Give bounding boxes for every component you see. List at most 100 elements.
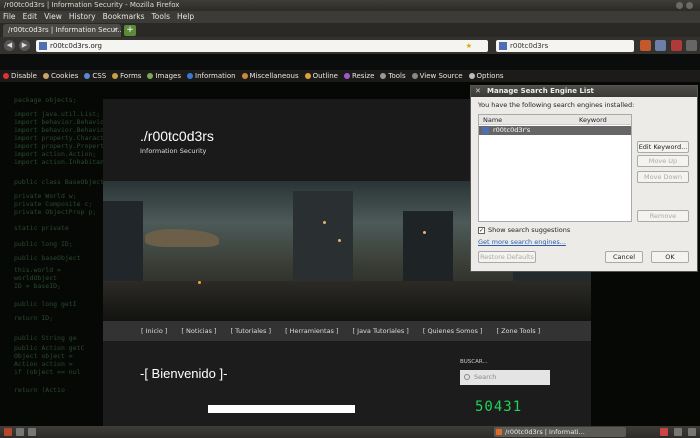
code-line: ID = baseID; — [14, 282, 61, 290]
menu-help[interactable]: Help — [177, 11, 194, 23]
checkbox-checked-icon[interactable]: ✓ — [478, 226, 485, 234]
site-nav: [ Inicio ] [ Noticias ] [ Tutoriales ] [… — [103, 321, 591, 341]
site-nav-herramientas[interactable]: [ Herramientas ] — [285, 321, 338, 341]
dialog-close-icon[interactable]: ✕ — [475, 86, 481, 97]
edit-keyword-button[interactable]: Edit Keyword... — [637, 141, 689, 153]
site-favicon-icon — [39, 42, 47, 50]
list-item[interactable]: r00tc0d3r's — [479, 126, 631, 135]
show-suggestions-label: Show search suggestions — [488, 226, 571, 234]
search-engine-bar[interactable]: r00tc0d3rs — [496, 40, 634, 52]
show-suggestions-checkbox[interactable]: ✓ Show search suggestions — [478, 226, 570, 234]
tray-icon[interactable] — [660, 428, 668, 436]
tray-icon[interactable] — [688, 428, 696, 436]
developer-toolbar: Disable Cookies CSS Forms Images Informa… — [0, 70, 700, 82]
search-engine-text: r00tc0d3rs — [510, 42, 549, 50]
dev-disable[interactable]: Disable — [3, 70, 37, 82]
move-up-button[interactable]: Move Up — [637, 155, 689, 167]
site-nav-zone-tools[interactable]: [ Zone Tools ] — [496, 321, 540, 341]
close-icon[interactable] — [686, 2, 693, 9]
site-nav-quienes-somos[interactable]: [ Quienes Somos ] — [423, 321, 483, 341]
code-line: return (Actio — [14, 386, 65, 394]
engine-icon — [482, 127, 489, 134]
column-keyword[interactable]: Keyword — [579, 115, 607, 125]
forward-icon[interactable]: ▶ — [19, 40, 30, 51]
url-text: r00tc0d3rs.org — [50, 42, 102, 50]
dialog-intro: You have the following search engines in… — [478, 101, 635, 109]
navigation-bar: ◀ ▶ r00tc0d3rs.org ★ r00tc0d3rs — [0, 37, 700, 54]
new-tab-button[interactable]: + — [124, 25, 136, 36]
search-engine-icon — [499, 42, 507, 50]
site-nav-noticias[interactable]: [ Noticias ] — [181, 321, 216, 341]
site-search-placeholder: Search — [474, 373, 497, 381]
cancel-button[interactable]: Cancel — [605, 251, 643, 263]
digital-clock: 50431 — [475, 399, 523, 415]
taskbar-firefox-item[interactable]: /r00tc0d3rs | Informati... — [494, 427, 626, 437]
menu-bookmarks[interactable]: Bookmarks — [103, 11, 145, 23]
code-line: public class BaseObject — [14, 178, 105, 186]
site-nav-inicio[interactable]: [ Inicio ] — [141, 321, 167, 341]
code-line: worldObject — [14, 274, 58, 282]
misc-icon — [241, 73, 248, 79]
code-line: if (object == nul — [14, 368, 81, 376]
dev-view-source[interactable]: View Source — [411, 70, 463, 82]
home-icon[interactable] — [640, 40, 651, 51]
window-title: /r00tc0d3rs | Information Security - Moz… — [4, 1, 180, 9]
code-line: public long getI — [14, 300, 77, 308]
dev-resize[interactable]: Resize — [343, 70, 374, 82]
code-line: return ID; — [14, 314, 54, 322]
ok-button[interactable]: OK — [651, 251, 689, 263]
tools-icon — [380, 73, 387, 79]
minimize-icon[interactable] — [676, 2, 683, 9]
url-bar[interactable]: r00tc0d3rs.org ★ — [36, 40, 488, 52]
menu-view[interactable]: View — [44, 11, 62, 23]
site-title[interactable]: ./r00tc0d3rs — [140, 128, 214, 144]
restore-defaults-button[interactable]: Restore Defaults — [478, 251, 536, 263]
list-header: Name Keyword — [479, 115, 631, 125]
site-nav-java-tutoriales[interactable]: [ Java Tutoriales ] — [353, 321, 409, 341]
menu-icon[interactable] — [686, 40, 697, 51]
images-icon — [147, 73, 154, 79]
tab-close-icon[interactable]: ✕ — [112, 24, 118, 37]
dev-tools[interactable]: Tools — [380, 70, 406, 82]
move-down-button[interactable]: Move Down — [637, 171, 689, 183]
remove-button[interactable]: Remove — [637, 210, 689, 222]
site-search-input[interactable]: Search — [460, 370, 550, 385]
column-name[interactable]: Name — [483, 115, 502, 125]
addon-icon[interactable] — [655, 40, 666, 51]
source-icon — [411, 73, 418, 79]
addon-icon-2[interactable] — [671, 40, 682, 51]
ubuntu-icon[interactable] — [4, 428, 12, 436]
info-icon — [187, 73, 194, 79]
get-more-link[interactable]: Get more search engines... — [478, 238, 566, 246]
code-line: public long ID; — [14, 240, 73, 248]
menu-file[interactable]: File — [3, 11, 16, 23]
search-icon — [464, 374, 470, 380]
site-nav-tutoriales[interactable]: [ Tutoriales ] — [231, 321, 272, 341]
dev-miscellaneous[interactable]: Miscellaneous — [241, 70, 299, 82]
dev-outline[interactable]: Outline — [304, 70, 338, 82]
menu-history[interactable]: History — [69, 11, 96, 23]
dev-options[interactable]: Options — [468, 70, 504, 82]
dev-forms[interactable]: Forms — [112, 70, 141, 82]
browser-tab[interactable]: /r00tc0d3rs | Information Secur... ✕ — [3, 24, 121, 37]
disable-icon — [3, 73, 9, 79]
dialog-title: Manage Search Engine List — [487, 87, 594, 95]
taskbar-icon[interactable] — [28, 428, 36, 436]
back-icon[interactable]: ◀ — [4, 40, 15, 51]
taskbar-icon[interactable] — [16, 428, 24, 436]
dev-information[interactable]: Information — [187, 70, 236, 82]
welcome-heading: -[ Bienvenido ]- — [140, 366, 228, 381]
dev-css[interactable]: CSS — [84, 70, 106, 82]
dev-cookies[interactable]: Cookies — [42, 70, 78, 82]
dev-images[interactable]: Images — [147, 70, 181, 82]
engine-name: r00tc0d3r's — [493, 126, 531, 134]
code-line: public String ge — [14, 334, 77, 342]
firefox-icon — [496, 429, 502, 435]
bookmark-star-icon[interactable]: ★ — [466, 40, 472, 52]
tray-icon[interactable] — [674, 428, 682, 436]
code-line: import behavior.Behavior; — [14, 126, 112, 134]
menu-edit[interactable]: Edit — [23, 11, 38, 23]
resize-icon — [343, 73, 350, 79]
search-engine-list[interactable]: Name Keyword r00tc0d3r's — [478, 114, 632, 222]
menu-tools[interactable]: Tools — [152, 11, 170, 23]
